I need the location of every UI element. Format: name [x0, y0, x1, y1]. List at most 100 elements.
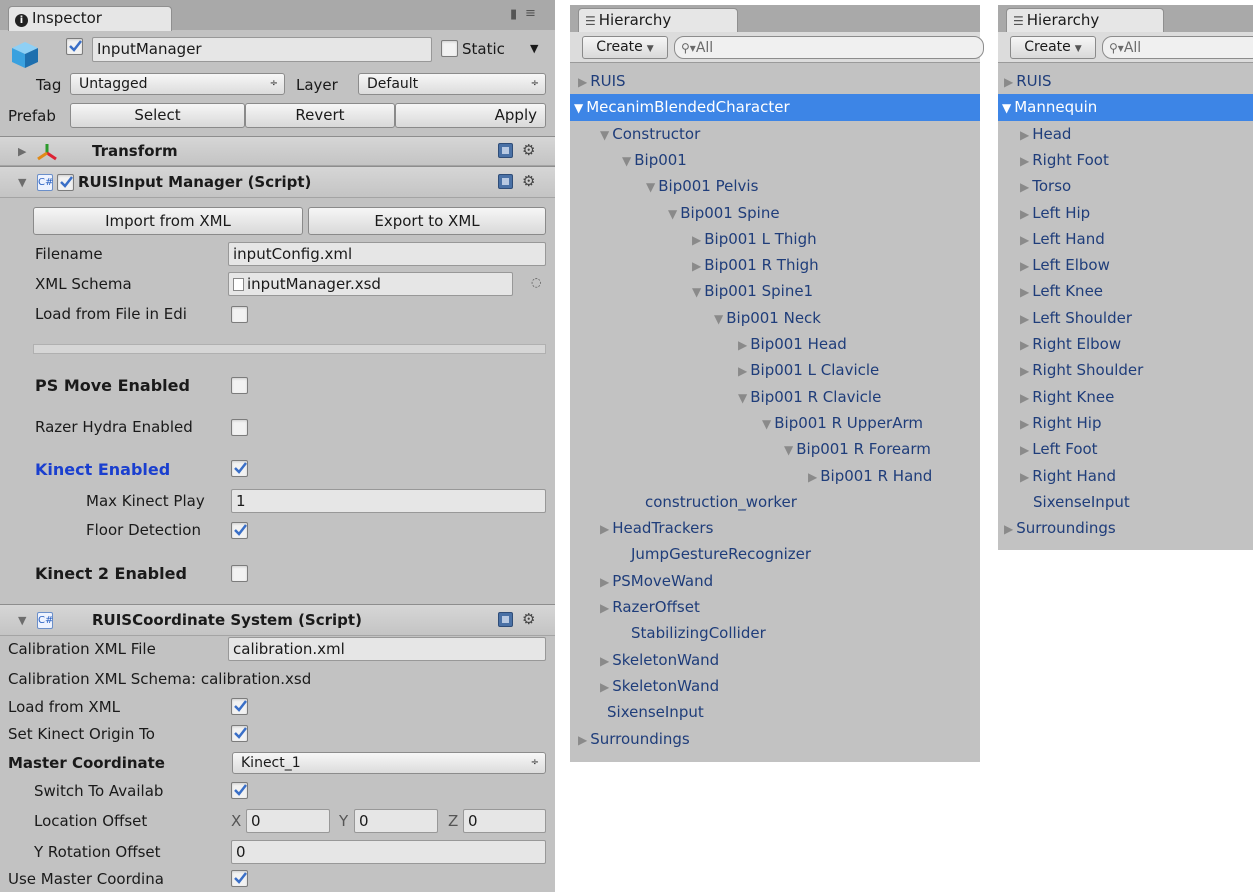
hierarchy-row[interactable]: ▶ Right Hand	[998, 463, 1253, 490]
expanded-arrow-icon[interactable]: ▼	[668, 207, 677, 221]
hierarchy-row[interactable]: ▶ RazerOffset	[570, 594, 980, 621]
hierarchy-row[interactable]: ▶ HeadTrackers	[570, 515, 980, 542]
hierarchy-row[interactable]: ▶ Surroundings	[570, 726, 980, 753]
expanded-arrow-icon[interactable]: ▼	[738, 391, 747, 405]
hierarchy-row[interactable]: ▶ Left Hand	[998, 226, 1253, 253]
collapsed-arrow-icon[interactable]: ▶	[1020, 312, 1029, 326]
input-manager-header[interactable]: ▼ C# RUISInput Manager (Script) ⚙	[0, 166, 555, 198]
filename-field[interactable]: inputConfig.xml	[228, 242, 546, 266]
tab-hierarchy[interactable]: ☰ Hierarchy	[1006, 8, 1164, 33]
use-master-coordinate-checkbox[interactable]	[231, 870, 248, 887]
hierarchy-row[interactable]: SixenseInput	[570, 699, 980, 725]
max-players-field[interactable]: 1	[231, 489, 546, 513]
collapsed-arrow-icon[interactable]: ▶	[1004, 522, 1013, 536]
location-y-field[interactable]: 0	[354, 809, 438, 833]
object-name-field[interactable]: InputManager	[92, 37, 432, 62]
prefab-revert-button[interactable]: Revert	[245, 103, 395, 128]
collapsed-arrow-icon[interactable]: ▶	[1004, 75, 1013, 89]
hierarchy-row[interactable]: ▼ Bip001 Neck	[570, 305, 980, 332]
collapsed-arrow-icon[interactable]: ▶	[1020, 417, 1029, 431]
hierarchy-row[interactable]: ▼ Bip001 R UpperArm	[570, 410, 980, 437]
hierarchy-row[interactable]: ▶ Torso	[998, 173, 1253, 200]
master-coordinate-dropdown[interactable]: Kinect_1 ÷	[232, 752, 546, 774]
razer-hydra-checkbox[interactable]	[231, 419, 248, 436]
create-dropdown[interactable]: Create ▼	[1010, 36, 1096, 59]
load-from-file-checkbox[interactable]	[231, 306, 248, 323]
transform-header[interactable]: ▶ Transform ⚙	[0, 136, 555, 166]
collapsed-arrow-icon[interactable]: ▶	[1020, 443, 1029, 457]
xml-schema-field[interactable]: inputManager.xsd	[228, 272, 513, 296]
coordinate-system-header[interactable]: ▼ C# RUISCoordinate System (Script) ⚙	[0, 604, 555, 636]
collapsed-arrow-icon[interactable]: ▶	[600, 680, 609, 694]
collapsed-arrow-icon[interactable]: ▶	[1020, 233, 1029, 247]
hierarchy-row[interactable]: ▶ Right Elbow	[998, 331, 1253, 358]
hierarchy-row-selected[interactable]: ▼ MecanimBlendedCharacter	[570, 94, 980, 122]
expanded-arrow-icon[interactable]: ▼	[784, 443, 793, 457]
hierarchy-row[interactable]: StabilizingCollider	[570, 620, 980, 646]
expanded-arrow-icon[interactable]: ▼	[646, 180, 655, 194]
hierarchy-row[interactable]: ▶ Left Knee	[998, 278, 1253, 305]
reference-icon[interactable]	[498, 143, 513, 158]
collapsed-arrow-icon[interactable]: ▶	[600, 601, 609, 615]
export-xml-button[interactable]: Export to XML	[308, 207, 546, 235]
hierarchy-row[interactable]: ▶ Bip001 Head	[570, 331, 980, 358]
hierarchy-row[interactable]: ▶ Left Elbow	[998, 252, 1253, 279]
tag-dropdown[interactable]: Untagged ÷	[70, 73, 285, 95]
collapsed-arrow-icon[interactable]: ▶	[1020, 364, 1029, 378]
hierarchy-row[interactable]: JumpGestureRecognizer	[570, 541, 980, 567]
collapsed-arrow-icon[interactable]: ▶	[1020, 285, 1029, 299]
prefab-apply-button[interactable]: Apply	[395, 103, 546, 128]
hierarchy-search-input[interactable]: ⚲▾All	[674, 36, 984, 59]
lock-icon[interactable]: ▮	[510, 7, 517, 22]
expanded-arrow-icon[interactable]: ▼	[574, 101, 583, 115]
hierarchy-row[interactable]: ▶ Bip001 L Clavicle	[570, 357, 980, 384]
collapsed-arrow-icon[interactable]: ▶	[1020, 391, 1029, 405]
location-x-field[interactable]: 0	[246, 809, 330, 833]
collapsed-arrow-icon[interactable]: ▶	[578, 75, 587, 89]
hierarchy-row[interactable]: ▶ Left Hip	[998, 200, 1253, 227]
layer-dropdown[interactable]: Default ÷	[358, 73, 546, 95]
calibration-file-field[interactable]: calibration.xml	[228, 637, 546, 661]
tab-menu-icon[interactable]: ≡	[525, 6, 536, 21]
collapsed-arrow-icon[interactable]: ▶	[578, 733, 587, 747]
collapsed-arrow-icon[interactable]: ▶	[1020, 154, 1029, 168]
gear-icon[interactable]: ⚙	[522, 172, 535, 190]
collapsed-arrow-icon[interactable]: ▶	[600, 522, 609, 536]
hierarchy-row[interactable]: ▶ Left Foot	[998, 436, 1253, 463]
hierarchy-row[interactable]: ▶ Right Foot	[998, 147, 1253, 174]
hierarchy-row[interactable]: ▼ Bip001	[570, 147, 980, 174]
tab-hierarchy[interactable]: ☰ Hierarchy	[578, 8, 738, 33]
hierarchy-row[interactable]: ▶ PSMoveWand	[570, 568, 980, 595]
collapsed-arrow-icon[interactable]: ▶	[738, 364, 747, 378]
collapsed-arrow-icon[interactable]: ▶	[692, 259, 701, 273]
load-from-xml-checkbox[interactable]	[231, 698, 248, 715]
expanded-arrow-icon[interactable]: ▼	[692, 285, 701, 299]
expanded-arrow-icon[interactable]: ▼	[1002, 101, 1011, 115]
collapsed-arrow-icon[interactable]: ▶	[1020, 338, 1029, 352]
expanded-arrow-icon[interactable]: ▼	[622, 154, 631, 168]
tab-inspector[interactable]: i Inspector	[8, 6, 172, 31]
psmove-checkbox[interactable]	[231, 377, 248, 394]
hierarchy-search-input[interactable]: ⚲▾All	[1102, 36, 1253, 59]
hierarchy-row[interactable]: ▼ Bip001 Spine	[570, 200, 980, 227]
gear-icon[interactable]: ⚙	[522, 610, 535, 628]
set-kinect-origin-checkbox[interactable]	[231, 725, 248, 742]
hierarchy-row[interactable]: ▼ Bip001 R Forearm	[570, 436, 980, 463]
location-z-field[interactable]: 0	[463, 809, 546, 833]
collapsed-arrow-icon[interactable]: ▶	[692, 233, 701, 247]
collapsed-arrow-icon[interactable]: ▶	[600, 654, 609, 668]
active-checkbox[interactable]	[66, 38, 83, 55]
hierarchy-row[interactable]: ▶ RUIS	[570, 68, 980, 95]
static-dropdown-icon[interactable]: ▼	[530, 42, 538, 55]
kinect2-checkbox[interactable]	[231, 565, 248, 582]
collapsed-arrow-icon[interactable]: ▶	[600, 575, 609, 589]
hierarchy-row[interactable]: ▶ Left Shoulder	[998, 305, 1253, 332]
hierarchy-row[interactable]: ▶ Bip001 R Hand	[570, 463, 980, 490]
collapsed-arrow-icon[interactable]: ▶	[1020, 207, 1029, 221]
collapsed-arrow-icon[interactable]: ▶	[1020, 470, 1029, 484]
hierarchy-row[interactable]: ▶ Bip001 L Thigh	[570, 226, 980, 253]
collapsed-arrow-icon[interactable]: ▶	[738, 338, 747, 352]
hierarchy-row[interactable]: ▼ Constructor	[570, 121, 980, 148]
kinect-enabled-checkbox[interactable]	[231, 460, 248, 477]
expanded-arrow-icon[interactable]: ▼	[714, 312, 723, 326]
